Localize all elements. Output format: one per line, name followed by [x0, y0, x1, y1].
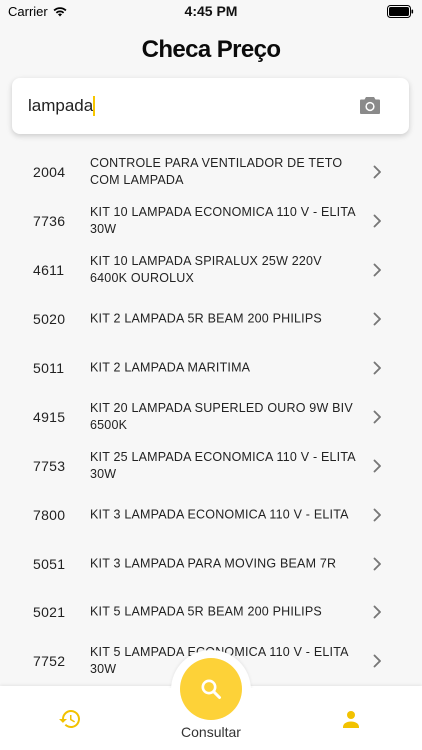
product-code: 4611	[33, 262, 65, 279]
product-code: 5020	[33, 311, 66, 328]
chevron-right-icon	[373, 361, 381, 375]
result-row[interactable]: 5021 KIT 5 LAMPADA 5R BEAM 200 PHILIPS	[0, 588, 422, 637]
product-description: KIT 2 LAMPADA MARITIMA	[90, 360, 251, 375]
result-row[interactable]: 2004 CONTROLE PARA VENTILADOR DE TETO COM…	[0, 148, 422, 197]
result-row[interactable]: 4611 KIT 10 LAMPADA SPIRALUX 25W 220V 640…	[0, 246, 422, 295]
chevron-right-icon	[373, 508, 381, 522]
chevron-right-icon	[373, 557, 381, 571]
result-row[interactable]: 7800 KIT 3 LAMPADA ECONOMICA 110 V - ELIT…	[0, 490, 422, 539]
battery-icon	[387, 5, 414, 18]
chevron-right-icon	[373, 654, 381, 668]
chevron-right-icon	[373, 165, 381, 179]
page-title: Checa Preço	[141, 36, 281, 63]
tab-profile[interactable]	[339, 707, 363, 731]
product-code: 7753	[33, 457, 66, 474]
product-code: 7736	[33, 213, 66, 230]
product-code: 7752	[33, 653, 66, 670]
result-row[interactable]: 5011 KIT 2 LAMPADA MARITIMA	[0, 344, 422, 393]
search-icon	[201, 679, 221, 699]
result-row[interactable]: 4915 KIT 20 LAMPADA SUPERLED OURO 9W BIV …	[0, 392, 422, 441]
product-description: KIT 3 LAMPADA PARA MOVING BEAM 7R	[90, 556, 337, 571]
result-row[interactable]: 5051 KIT 3 LAMPADA PARA MOVING BEAM 7R	[0, 539, 422, 588]
chevron-right-icon	[373, 606, 381, 619]
status-bar: Carrier 4:45 PM	[0, 0, 422, 24]
chevron-right-icon	[373, 410, 381, 424]
camera-icon[interactable]	[359, 95, 381, 115]
product-description: KIT 20 LAMPADA SUPERLED OURO 9W BIV 6500…	[90, 400, 353, 432]
consult-button[interactable]	[180, 658, 242, 720]
chevron-right-icon	[373, 263, 381, 277]
status-time: 4:45 PM	[184, 3, 238, 19]
product-code: 5021	[33, 604, 66, 621]
chevron-right-icon	[373, 312, 381, 326]
product-description: CONTROLE PARA VENTILADOR DE TETO COM LAM…	[90, 156, 343, 188]
result-row[interactable]: 7736 KIT 10 LAMPADA ECONOMICA 110 V - ELI…	[0, 197, 422, 246]
product-code: 5051	[33, 555, 66, 572]
user-icon	[343, 711, 359, 728]
product-description: KIT 5 LAMPADA 5R BEAM 200 PHILIPS	[90, 604, 322, 619]
product-description: KIT 3 LAMPADA ECONOMICA 110 V - ELITA	[90, 507, 349, 522]
product-description: KIT 2 LAMPADA 5R BEAM 200 PHILIPS	[90, 311, 322, 326]
product-code: 2004	[33, 164, 66, 181]
product-description: KIT 25 LAMPADA ECONOMICA 110 V - ELITA 3…	[90, 449, 356, 481]
chevron-right-icon	[373, 214, 381, 228]
text-cursor	[93, 96, 95, 116]
result-row[interactable]: 7753 KIT 25 LAMPADA ECONOMICA 110 V - ELI…	[0, 441, 422, 490]
result-row[interactable]: 5020 KIT 2 LAMPADA 5R BEAM 200 PHILIPS	[0, 295, 422, 344]
product-description: KIT 10 LAMPADA SPIRALUX 25W 220V 6400K O…	[90, 254, 322, 286]
product-code: 7800	[33, 506, 66, 523]
chevron-right-icon	[373, 459, 381, 473]
product-code: 5011	[33, 360, 65, 376]
product-code: 4915	[33, 408, 66, 425]
search-box	[12, 78, 409, 134]
results-list: 2004 CONTROLE PARA VENTILADOR DE TETO COM…	[0, 148, 422, 686]
search-input[interactable]	[28, 92, 348, 120]
product-description: KIT 10 LAMPADA ECONOMICA 110 V - ELITA 3…	[90, 205, 356, 237]
